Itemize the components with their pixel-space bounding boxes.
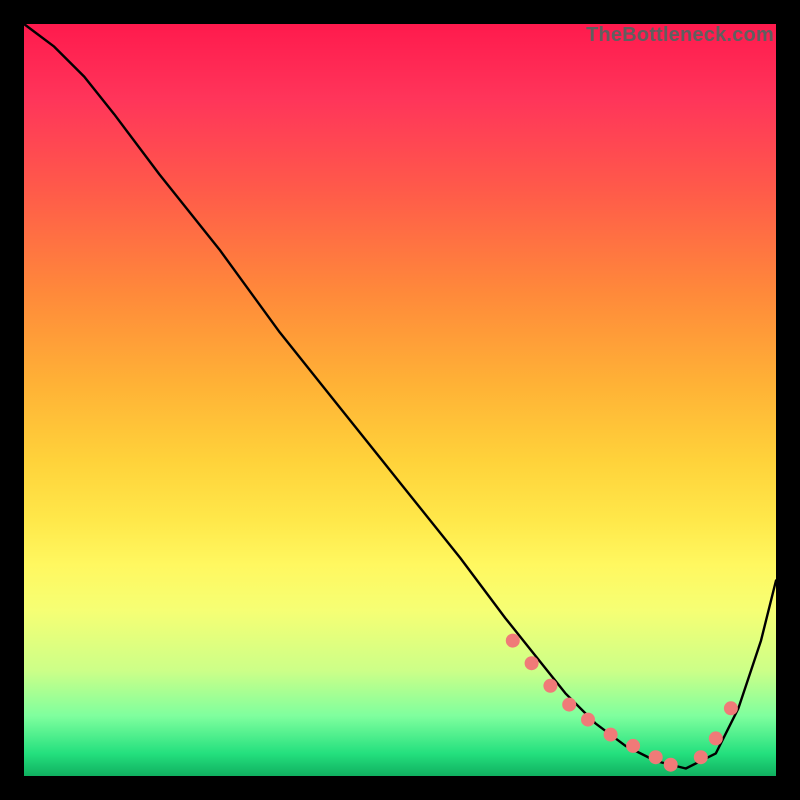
highlight-point — [649, 750, 663, 764]
highlight-point — [562, 698, 576, 712]
highlight-point — [626, 739, 640, 753]
highlight-point — [709, 731, 723, 745]
highlight-point — [694, 750, 708, 764]
optimal-range-points — [506, 634, 738, 772]
chart-frame: TheBottleneck.com — [24, 24, 776, 776]
chart-svg — [24, 24, 776, 776]
highlight-point — [724, 701, 738, 715]
highlight-point — [604, 728, 618, 742]
highlight-point — [543, 679, 557, 693]
highlight-point — [506, 634, 520, 648]
highlight-point — [525, 656, 539, 670]
highlight-point — [581, 713, 595, 727]
bottleneck-curve — [24, 24, 776, 769]
highlight-point — [664, 758, 678, 772]
